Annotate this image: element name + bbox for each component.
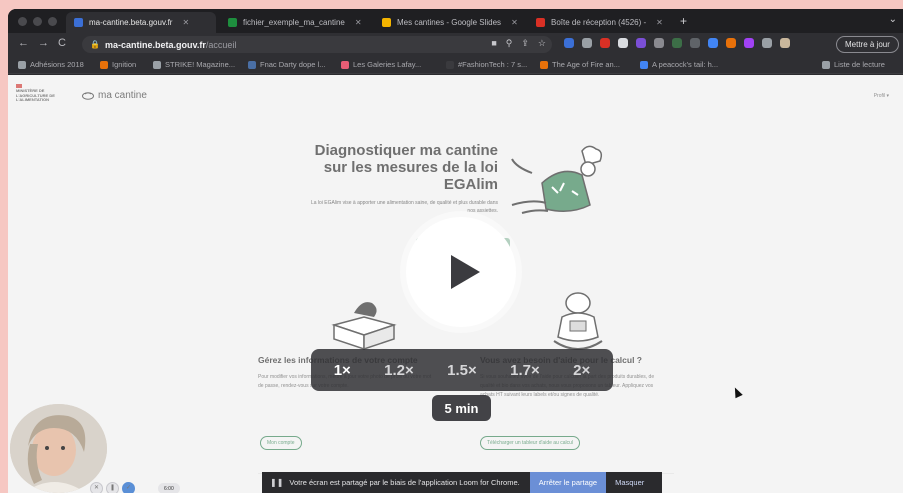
bookmark-favicon-icon	[248, 60, 256, 69]
webcam-bubble[interactable]	[10, 404, 107, 493]
close-tab-icon[interactable]: ✕	[355, 18, 362, 27]
close-tab-icon[interactable]: ✕	[656, 18, 663, 27]
screen-share-bar: ❚❚ Votre écran est partagé par le biais …	[262, 472, 662, 493]
zoom-icon[interactable]: ⚲	[506, 38, 513, 49]
playback-speed-bar: 1× 1.2× 1.5× 1.7× 2×	[311, 349, 613, 391]
bookmark-item[interactable]: STRIKE! Magazine...	[153, 60, 235, 69]
bookmark-favicon-icon	[341, 60, 349, 69]
slides-icon	[382, 18, 391, 27]
bookmark-item[interactable]: The Age of Fire an...	[540, 60, 620, 69]
extension-icon[interactable]	[582, 38, 592, 48]
hide-button[interactable]: Masquer	[615, 478, 644, 487]
back-icon[interactable]: ←	[18, 37, 29, 49]
sheets-icon	[228, 18, 237, 27]
bookmark-favicon-icon	[540, 60, 548, 69]
tab-search-icon[interactable]: ⌄	[889, 14, 897, 25]
extension-icon[interactable]	[726, 38, 736, 48]
speed-option[interactable]: 1×	[334, 362, 351, 379]
presenter-video-icon	[10, 404, 107, 493]
bookmarks-bar: Adhésions 2018 Ignition STRIKE! Magazine…	[8, 56, 903, 74]
cancel-recording-icon[interactable]: ✕	[90, 482, 103, 493]
bookmark-favicon-icon	[446, 60, 454, 69]
tab-label: Mes cantines - Google Slides	[397, 18, 502, 27]
new-tab-icon[interactable]: +	[680, 14, 687, 28]
close-tab-icon[interactable]: ✕	[511, 18, 518, 27]
globe-icon	[18, 60, 26, 69]
pause-icon: ❚❚	[270, 478, 284, 487]
bookmark-item[interactable]: Adhésions 2018	[18, 60, 84, 69]
reload-icon[interactable]: C	[58, 37, 66, 49]
extension-icon[interactable]	[744, 38, 754, 48]
tab-strip: ma-cantine.beta.gouv.fr ✕ fichier_exempl…	[8, 9, 903, 33]
play-icon	[451, 255, 480, 289]
extension-icon[interactable]	[564, 38, 574, 48]
url-path: /accueil	[205, 39, 237, 50]
bookmark-item[interactable]: Fnac Darty dope l...	[248, 60, 325, 69]
browser-toolbar: ← → C 🔒 ma-cantine.beta.gouv.fr /accueil…	[8, 33, 903, 56]
speed-option[interactable]: 1.2×	[384, 362, 414, 379]
speed-option[interactable]: 2×	[573, 362, 590, 379]
address-bar[interactable]: 🔒 ma-cantine.beta.gouv.fr /accueil ■ ⚲ ⇪…	[82, 36, 552, 53]
extension-icon[interactable]	[708, 38, 718, 48]
lock-icon: 🔒	[90, 40, 100, 49]
omnibox-actions: ■ ⚲ ⇪ ☆	[491, 38, 546, 49]
confirm-recording-icon[interactable]: ✓	[122, 482, 135, 493]
extension-icon[interactable]	[600, 38, 610, 48]
reading-list[interactable]: Liste de lecture	[822, 60, 885, 69]
reading-list-icon	[822, 60, 830, 69]
tab-ma-cantine[interactable]: ma-cantine.beta.gouv.fr ✕	[66, 12, 216, 33]
extension-icon[interactable]	[654, 38, 664, 48]
tab-label: fichier_exemple_ma_cantine	[243, 18, 345, 27]
bookmark-item[interactable]: Les Galeries Lafay...	[341, 60, 421, 69]
tab-fichier-exemple[interactable]: fichier_exemple_ma_cantine ✕	[220, 12, 370, 33]
tab-google-slides[interactable]: Mes cantines - Google Slides ✕	[374, 12, 524, 33]
share-message: Votre écran est partagé par le biais de …	[289, 478, 520, 487]
extension-icon[interactable]	[636, 38, 646, 48]
update-button[interactable]: Mettre à jour	[836, 36, 899, 53]
close-tab-icon[interactable]: ✕	[182, 18, 189, 27]
loom-controls: ✕ ❚ ✓	[90, 482, 135, 493]
extension-icon[interactable]	[672, 38, 682, 48]
bookmark-item[interactable]: #FashionTech : 7 s...	[446, 60, 527, 69]
forward-icon[interactable]: →	[38, 37, 49, 49]
window-controls[interactable]	[18, 17, 57, 26]
bookmark-favicon-icon	[640, 60, 648, 69]
video-duration: 5 min	[432, 395, 491, 421]
bookmark-star-icon[interactable]: ☆	[538, 38, 546, 49]
url-host: ma-cantine.beta.gouv.fr	[104, 39, 206, 50]
bookmark-item[interactable]: Ignition	[100, 60, 136, 69]
tab-gmail[interactable]: Boîte de réception (4526) - ✕	[528, 12, 678, 33]
flame-icon	[100, 60, 108, 69]
puzzle-icon[interactable]	[762, 38, 772, 48]
extension-icon[interactable]	[618, 38, 628, 48]
extension-icon[interactable]	[690, 38, 700, 48]
recording-timer: 6:00	[158, 483, 180, 493]
share-icon[interactable]: ⇪	[521, 38, 529, 49]
site-favicon-icon	[74, 18, 83, 27]
globe-icon	[153, 60, 161, 69]
bookmark-item[interactable]: A peacock's tail: h...	[640, 60, 718, 69]
speed-option[interactable]: 1.7×	[510, 362, 540, 379]
camera-icon[interactable]: ■	[491, 38, 496, 49]
stop-sharing-button[interactable]: Arrêter le partage	[529, 472, 607, 493]
speed-option[interactable]: 1.5×	[447, 362, 477, 379]
tab-label: ma-cantine.beta.gouv.fr	[89, 18, 173, 27]
tab-label: Boîte de réception (4526) -	[551, 18, 647, 27]
gmail-icon	[536, 18, 545, 27]
profile-avatar-icon[interactable]	[780, 38, 790, 48]
extensions-bar	[564, 38, 790, 48]
pause-recording-icon[interactable]: ❚	[106, 482, 119, 493]
